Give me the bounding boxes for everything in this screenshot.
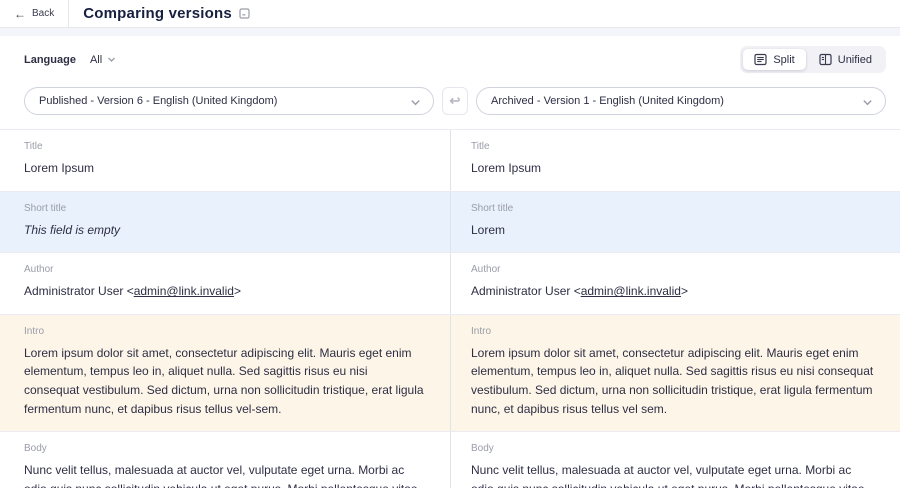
unified-view-label: Unified	[838, 54, 872, 66]
field-label: Body	[471, 443, 876, 454]
field-row-author: Author Administrator User <admin@link.in…	[0, 252, 900, 314]
language-select[interactable]: All	[90, 54, 116, 66]
intro-cell-left: Intro Lorem ipsum dolor sit amet, consec…	[0, 315, 450, 431]
view-mode-toggle: Split Unified	[740, 46, 886, 73]
short-title-cell-left: Short title This field is empty	[0, 192, 450, 253]
unified-view-icon	[819, 53, 832, 66]
right-version-select[interactable]: Archived - Version 1 - English (United K…	[476, 87, 886, 115]
field-label: Author	[471, 264, 876, 275]
field-value: Nunc velit tellus, malesuada at auctor v…	[471, 461, 876, 488]
author-prefix: Administrator User <	[24, 284, 134, 298]
comparison-grid: Title Lorem Ipsum Title Lorem Ipsum Shor…	[0, 129, 900, 488]
author-cell-left: Author Administrator User <admin@link.in…	[0, 253, 450, 314]
field-label: Body	[24, 443, 426, 454]
language-label: Language	[24, 54, 76, 66]
field-value: Lorem	[471, 221, 876, 240]
field-row-title: Title Lorem Ipsum Title Lorem Ipsum	[0, 129, 900, 191]
author-email-link[interactable]: admin@link.invalid	[134, 284, 234, 298]
right-version-value: Archived - Version 1 - English (United K…	[491, 95, 724, 107]
left-version-select[interactable]: Published - Version 6 - English (United …	[24, 87, 434, 115]
chevron-down-icon	[862, 97, 871, 106]
left-version-value: Published - Version 6 - English (United …	[39, 95, 277, 107]
field-label: Short title	[471, 203, 876, 214]
swap-versions-button[interactable]: ↩	[442, 87, 468, 115]
title-cell-right: Title Lorem Ipsum	[450, 130, 900, 191]
unified-view-button[interactable]: Unified	[808, 49, 883, 70]
compare-toolbar: Language All Split Unified	[0, 36, 900, 83]
page-title: Comparing versions	[83, 5, 232, 22]
field-label: Short title	[24, 203, 426, 214]
page-gap	[0, 28, 900, 36]
author-prefix: Administrator User <	[471, 284, 581, 298]
field-label: Title	[24, 141, 426, 152]
title-cell-left: Title Lorem Ipsum	[0, 130, 450, 191]
language-value: All	[90, 54, 102, 66]
field-label: Title	[471, 141, 876, 152]
split-view-icon	[754, 53, 767, 66]
field-row-short-title: Short title This field is empty Short ti…	[0, 191, 900, 253]
field-label: Intro	[24, 326, 426, 337]
body-cell-left: Body Nunc velit tellus, malesuada at auc…	[0, 432, 450, 488]
version-selector-row: Published - Version 6 - English (United …	[0, 83, 900, 129]
swap-versions-icon: ↩	[450, 93, 461, 109]
author-email-link[interactable]: admin@link.invalid	[581, 284, 681, 298]
chevron-down-icon	[107, 55, 116, 64]
field-value: Administrator User <admin@link.invalid>	[24, 282, 426, 301]
split-view-button[interactable]: Split	[743, 49, 805, 70]
field-value: Administrator User <admin@link.invalid>	[471, 282, 876, 301]
field-value-empty: This field is empty	[24, 221, 426, 240]
chevron-down-icon	[410, 97, 419, 106]
back-button[interactable]: ← Back	[0, 0, 69, 27]
field-value: Nunc velit tellus, malesuada at auctor v…	[24, 461, 426, 488]
field-value: Lorem Ipsum	[24, 159, 426, 178]
field-row-body: Body Nunc velit tellus, malesuada at auc…	[0, 431, 900, 488]
body-cell-right: Body Nunc velit tellus, malesuada at auc…	[450, 432, 900, 488]
intro-cell-right: Intro Lorem ipsum dolor sit amet, consec…	[450, 315, 900, 431]
field-row-intro: Intro Lorem ipsum dolor sit amet, consec…	[0, 314, 900, 431]
top-header: ← Back Comparing versions	[0, 0, 900, 28]
split-view-label: Split	[773, 54, 794, 66]
field-label: Author	[24, 264, 426, 275]
author-suffix: >	[681, 284, 688, 298]
field-value: Lorem ipsum dolor sit amet, consectetur …	[24, 344, 426, 418]
back-arrow-icon: ←	[14, 8, 26, 20]
short-title-cell-right: Short title Lorem	[450, 192, 900, 253]
field-value: Lorem ipsum dolor sit amet, consectetur …	[471, 344, 876, 418]
author-suffix: >	[234, 284, 241, 298]
author-cell-right: Author Administrator User <admin@link.in…	[450, 253, 900, 314]
field-label: Intro	[471, 326, 876, 337]
info-icon	[239, 8, 250, 19]
back-label: Back	[32, 8, 54, 19]
field-value: Lorem Ipsum	[471, 159, 876, 178]
